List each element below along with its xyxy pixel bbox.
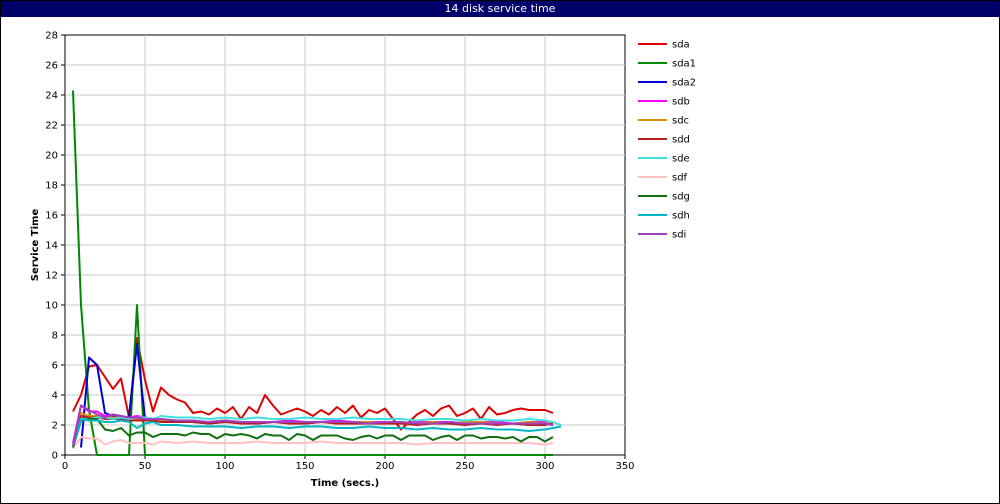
x-tick-label: 300 [535,461,554,472]
x-tick-label: 150 [295,461,314,472]
x-axis-label: Time (secs.) [311,478,380,489]
legend-label-sdg: sdg [672,192,690,203]
y-tick-label: 26 [45,61,58,72]
legend-label-sda1: sda1 [672,59,696,70]
y-tick-label: 14 [45,241,58,252]
legend-label-sda: sda [672,40,690,51]
legend: sda sda1 sda2 sdb sdc sdd sde sdf sdg sdh sdi [638,40,696,241]
y-tick-label: 12 [45,271,58,282]
y-tick-label: 10 [45,301,58,312]
x-tick-label: 200 [375,461,394,472]
legend-label-sdc: sdc [672,116,689,127]
x-tick-label: 250 [455,461,474,472]
chart-canvas: 0 50 100 150 200 250 300 350 024681012141618202… [30,31,696,490]
y-tick-label: 28 [45,31,58,42]
x-tick-label: 50 [139,461,152,472]
legend-label-sdh: sdh [672,211,690,222]
x-axis-ticks: 0 50 100 150 200 250 300 350 [62,455,635,472]
legend-label-sdb: sdb [672,97,690,108]
y-tick-label: 6 [52,361,58,372]
y-tick-label: 2 [52,421,58,432]
y-axis-label: Service Time [30,209,41,282]
x-tick-label: 100 [215,461,234,472]
legend-label-sde: sde [672,154,690,165]
x-tick-label: 0 [62,461,68,472]
legend-label-sdi: sdi [672,230,686,241]
y-tick-label: 18 [45,181,58,192]
y-axis-ticks: 0246810121416182022242628 [45,31,65,462]
legend-label-sda2: sda2 [672,78,696,89]
y-tick-label: 20 [45,151,58,162]
legend-label-sdd: sdd [672,135,690,146]
y-tick-label: 4 [52,391,58,402]
y-tick-label: 22 [45,121,58,132]
y-tick-label: 24 [45,91,58,102]
y-tick-label: 16 [45,211,58,222]
legend-label-sdf: sdf [672,173,688,184]
y-tick-label: 0 [52,451,58,462]
y-tick-label: 8 [52,331,58,342]
x-tick-label: 350 [615,461,634,472]
